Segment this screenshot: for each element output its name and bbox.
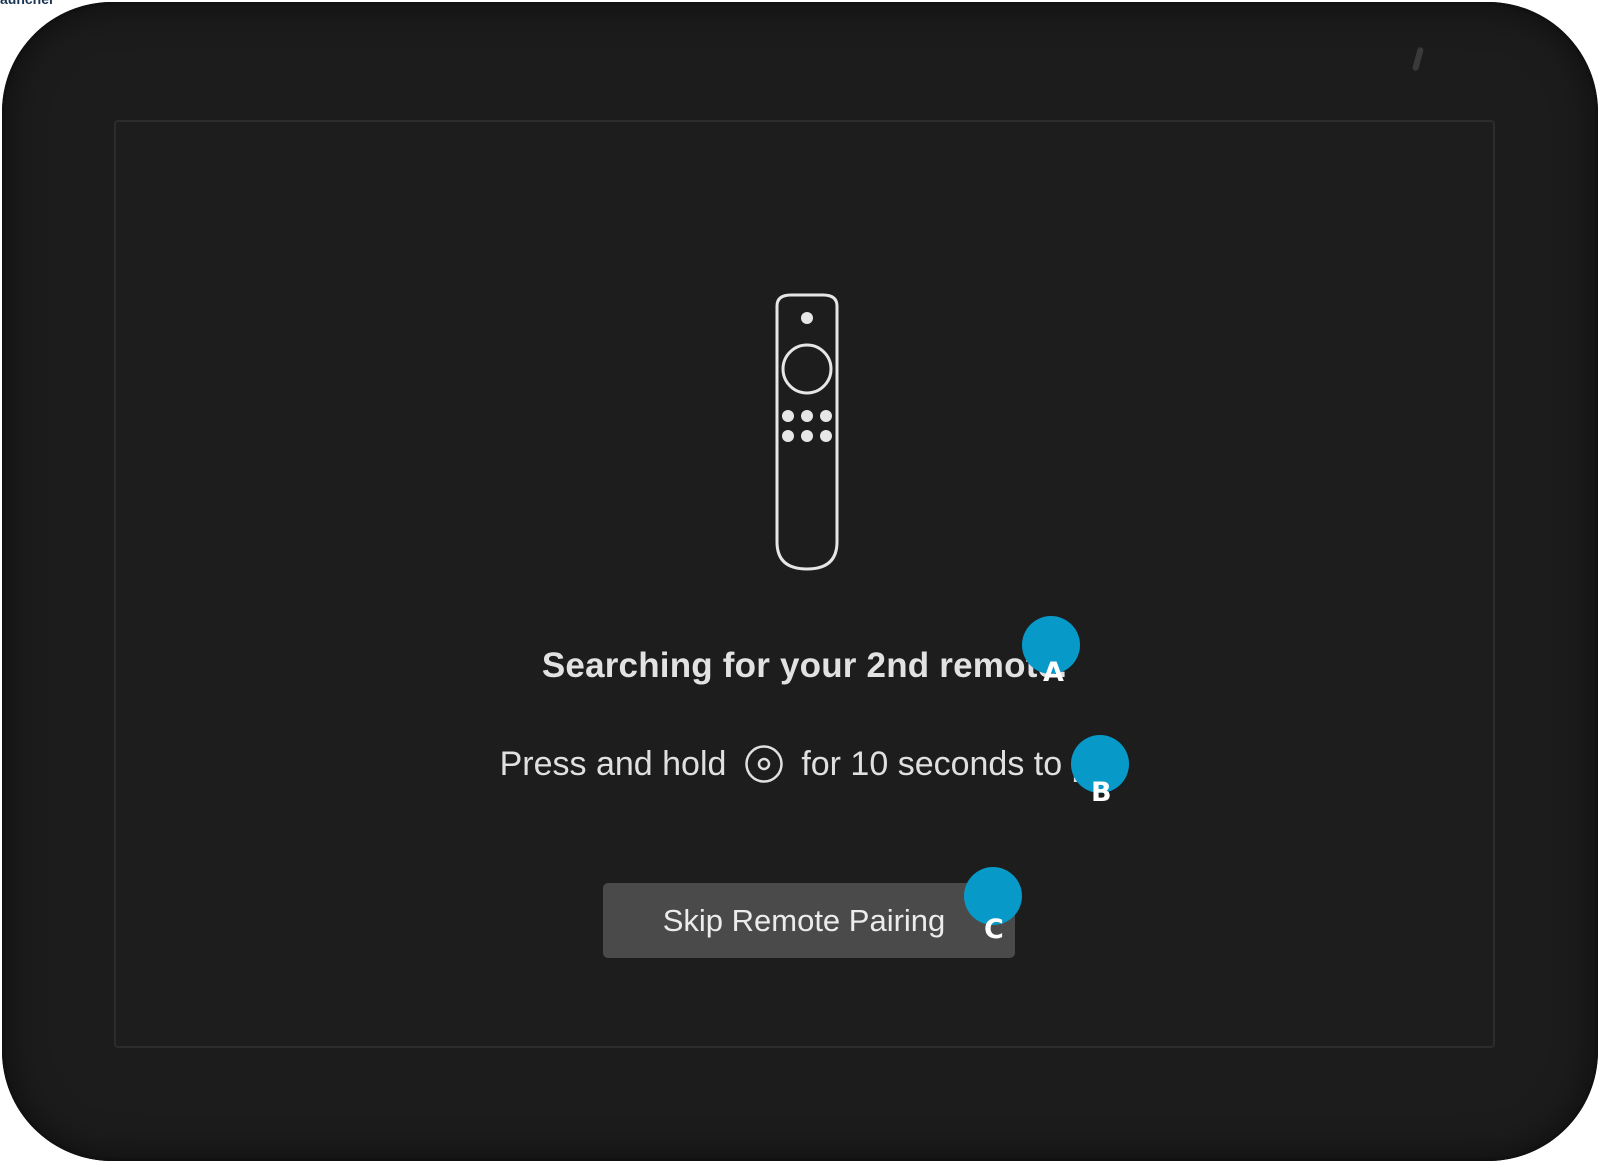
camera-dot-icon [1411, 46, 1425, 72]
annotation-letter-a: A [1043, 657, 1064, 688]
annotation-letter-c: C [984, 914, 1004, 945]
corner-label: auncher [0, 0, 54, 7]
home-button-icon [745, 745, 783, 783]
searching-title: Searching for your 2nd remote. [541, 646, 1068, 685]
skip-remote-pairing-button[interactable]: Skip Remote Pairing [603, 883, 1015, 958]
tablet-device-frame: Searching for your 2nd remote. Press and… [2, 2, 1598, 1161]
instruction-text-before: Press and hold [499, 745, 727, 783]
fire-tv-remote-icon [775, 293, 839, 571]
pairing-instruction: Press and hold for 10 seconds to pa [116, 744, 1493, 784]
device-screen: Searching for your 2nd remote. Press and… [114, 120, 1495, 1048]
instruction-text-after: for 10 seconds to pa [801, 745, 1110, 783]
annotation-letter-b: B [1091, 777, 1112, 808]
